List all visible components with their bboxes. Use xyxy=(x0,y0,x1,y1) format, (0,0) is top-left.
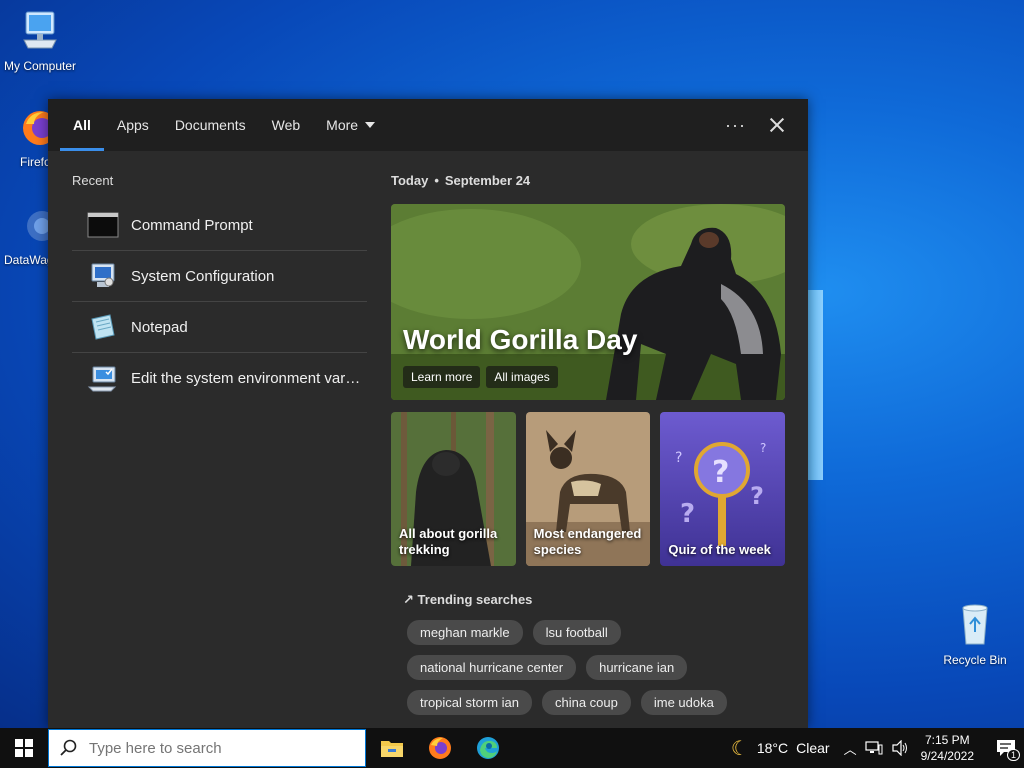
desktop-icon-label: Recycle Bin xyxy=(943,653,1007,667)
svg-text:?: ? xyxy=(760,441,766,455)
tab-web[interactable]: Web xyxy=(259,99,314,151)
hero-title: World Gorilla Day xyxy=(403,324,638,355)
trending-chip[interactable]: hurricane ian xyxy=(586,655,688,680)
svg-text:?: ? xyxy=(675,450,682,466)
tab-documents[interactable]: Documents xyxy=(162,99,259,151)
taskbar-firefox[interactable] xyxy=(416,728,464,768)
card-gorilla-trekking[interactable]: All about gorilla trekking xyxy=(391,412,516,566)
all-images-button[interactable]: All images xyxy=(486,366,558,388)
card-label: Most endangered species xyxy=(533,526,642,557)
tab-label: Documents xyxy=(174,117,246,133)
trending-chip[interactable]: meghan markle xyxy=(407,620,523,645)
more-options-button[interactable]: ··· xyxy=(725,115,746,136)
start-button[interactable] xyxy=(0,728,48,768)
search-icon xyxy=(60,739,77,756)
today-section: Today • September 24 World Gorilla Day Lea… xyxy=(391,173,786,715)
notepad-icon xyxy=(87,313,119,341)
svg-text:?: ? xyxy=(712,455,729,490)
svg-text:?: ? xyxy=(680,499,695,529)
card-label: Quiz of the week xyxy=(668,542,771,557)
volume-icon[interactable] xyxy=(891,740,909,756)
system-environment-icon xyxy=(87,365,119,393)
moon-icon: ☾ xyxy=(730,737,749,760)
today-label: Today xyxy=(391,173,429,188)
weather-condition: Clear xyxy=(796,740,830,756)
clock-date: 9/24/2022 xyxy=(920,749,974,763)
recent-item-command-prompt[interactable]: Command Prompt xyxy=(72,200,367,251)
chevron-up-icon[interactable]: ︿ xyxy=(844,739,857,758)
weather-widget[interactable]: ☾ 18°C Clear xyxy=(731,736,830,761)
tab-label: Apps xyxy=(116,117,149,133)
card-quiz-of-the-week[interactable]: ? ? ? ? ? Quiz of the week xyxy=(660,412,786,566)
system-configuration-icon xyxy=(87,262,119,290)
trending-arrow-icon: ↗ xyxy=(403,592,414,607)
recent-item-notepad[interactable]: Notepad xyxy=(72,302,367,353)
recent-item-system-environment-variables[interactable]: Edit the system environment variables xyxy=(72,353,367,404)
notification-count: 1 xyxy=(1006,749,1020,761)
trending-chip[interactable]: lsu football xyxy=(532,620,621,645)
trending-chip[interactable]: tropical storm ian xyxy=(407,690,532,715)
recent-section: Recent Command Prompt System Configurati… xyxy=(72,173,367,404)
today-date: September 24 xyxy=(444,173,531,188)
svg-text:?: ? xyxy=(750,482,764,510)
computer-icon xyxy=(0,10,80,55)
trending-list: meghan markle lsu football national hurr… xyxy=(391,620,751,715)
hero-card-world-gorilla-day[interactable]: World Gorilla Day Learn more All images xyxy=(391,204,785,400)
trending-chip[interactable]: china coup xyxy=(541,690,631,715)
folder-icon xyxy=(381,741,403,757)
card-endangered-species[interactable]: Most endangered species xyxy=(525,412,651,566)
windows-logo-icon xyxy=(15,739,33,757)
system-tray: ☾ 18°C Clear ︿ 7:15 PM 9/24/2022 1 xyxy=(731,728,1024,768)
recent-item-label: System Configuration xyxy=(131,267,275,285)
recent-item-label: Edit the system environment variables xyxy=(131,370,363,387)
close-icon[interactable] xyxy=(766,114,788,136)
desktop-icon-my-computer[interactable]: My Computer xyxy=(0,10,80,73)
recycle-bin-icon xyxy=(935,602,1015,649)
taskbar-edge[interactable] xyxy=(464,728,512,768)
desktop-icon-recycle-bin[interactable]: Recycle Bin xyxy=(935,602,1015,667)
trending-chip[interactable]: national hurricane center xyxy=(407,655,577,680)
trending-chip[interactable]: ime udoka xyxy=(640,690,727,715)
tab-label: More xyxy=(326,117,359,133)
recent-item-label: Notepad xyxy=(131,318,188,336)
taskbar-file-explorer[interactable] xyxy=(368,728,416,768)
caret-down-icon xyxy=(365,122,376,128)
recent-item-label: Command Prompt xyxy=(131,216,253,234)
taskbar-search-box[interactable] xyxy=(48,729,366,767)
tab-label: All xyxy=(73,117,91,133)
tab-label: Web xyxy=(271,117,301,133)
clock[interactable]: 7:15 PM 9/24/2022 xyxy=(921,732,974,764)
tab-apps[interactable]: Apps xyxy=(104,99,162,151)
card-label: All about gorilla trekking xyxy=(399,526,498,557)
tab-more[interactable]: More xyxy=(313,99,388,151)
network-icon[interactable] xyxy=(865,741,883,755)
learn-more-button[interactable]: Learn more xyxy=(403,366,481,388)
search-tabs: All Apps Documents Web More ··· xyxy=(48,99,808,151)
desktop-icon-label: My Computer xyxy=(3,59,77,73)
firefox-icon xyxy=(429,737,451,759)
today-date-line: Today • September 24 xyxy=(391,173,531,188)
taskbar: ☾ 18°C Clear ︿ 7:15 PM 9/24/2022 1 xyxy=(0,728,1024,768)
taskbar-search-input[interactable] xyxy=(89,739,339,757)
clock-time: 7:15 PM xyxy=(924,733,970,747)
notification-center-button[interactable]: 1 xyxy=(988,728,1024,768)
tab-all[interactable]: All xyxy=(60,99,104,151)
recent-title: Recent xyxy=(72,173,114,188)
search-panel: All Apps Documents Web More ··· Recent C… xyxy=(48,99,808,728)
recent-item-system-configuration[interactable]: System Configuration xyxy=(72,251,367,302)
command-prompt-icon xyxy=(87,211,119,239)
weather-temp: 18°C xyxy=(756,740,789,756)
edge-icon xyxy=(477,737,499,759)
trending-title: ↗ Trending searches xyxy=(403,592,785,608)
trending-title-text: Trending searches xyxy=(417,592,533,607)
